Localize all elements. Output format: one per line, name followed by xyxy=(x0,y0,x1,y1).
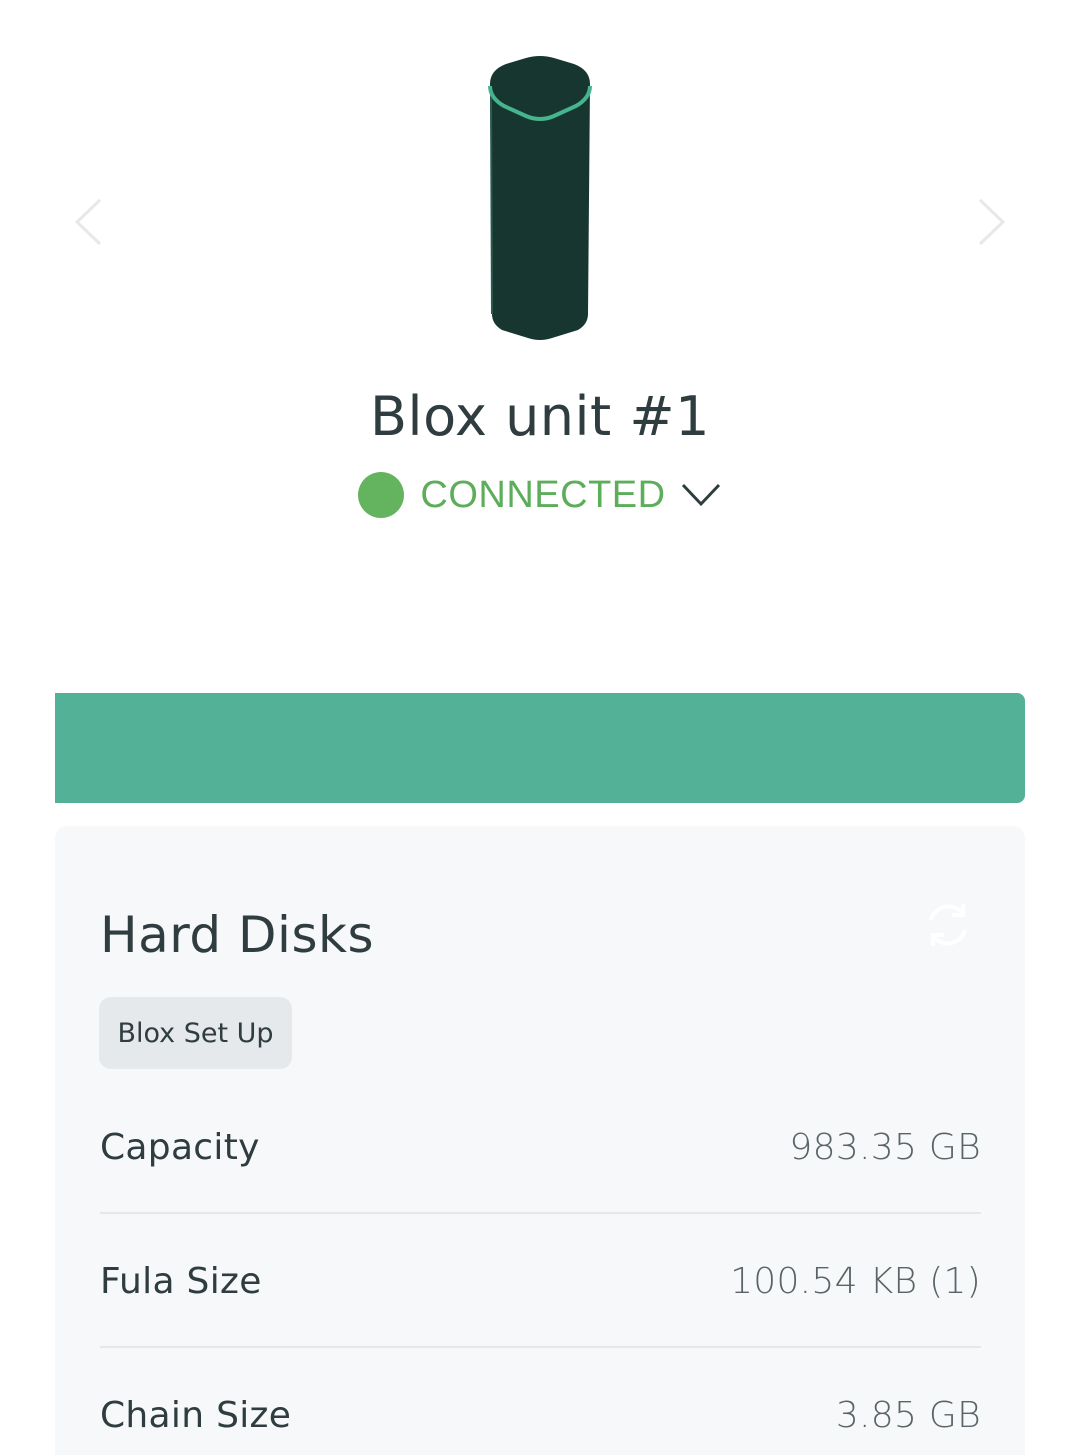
status-label: CONNECTED xyxy=(420,473,666,516)
info-row-chain-size: Chain Size 3.85 GB xyxy=(100,1348,981,1455)
hard-disks-card: Hard Disks Blox Set Up Capacity 983.35 G… xyxy=(55,826,1025,1455)
row-value: 100.54 KB (1) xyxy=(730,1260,981,1302)
next-device-button[interactable] xyxy=(972,190,1012,254)
row-value: 3.85 GB xyxy=(835,1394,981,1436)
chevron-down-icon xyxy=(681,483,720,507)
card-title: Hard Disks xyxy=(100,906,374,964)
blox-setup-button[interactable]: Blox Set Up xyxy=(99,997,292,1069)
refresh-icon[interactable] xyxy=(921,898,975,952)
status-banner xyxy=(55,693,1025,803)
previous-device-button[interactable] xyxy=(68,190,108,254)
info-row-fula-size: Fula Size 100.54 KB (1) xyxy=(100,1214,981,1348)
blox-device-icon xyxy=(488,56,592,340)
connection-status-dropdown[interactable]: CONNECTED xyxy=(0,472,1080,518)
row-label: Capacity xyxy=(100,1126,260,1168)
info-row-capacity: Capacity 983.35 GB xyxy=(100,1080,981,1214)
row-label: Fula Size xyxy=(100,1260,262,1302)
chevron-right-icon xyxy=(978,198,1006,246)
row-value: 983.35 GB xyxy=(789,1126,981,1168)
row-label: Chain Size xyxy=(100,1394,292,1436)
status-dot xyxy=(358,472,405,518)
blox-screen: Blox unit #1 CONNECTED Hard Disks Blox S… xyxy=(0,0,1080,1455)
device-name: Blox unit #1 xyxy=(370,385,710,448)
chevron-left-icon xyxy=(74,198,102,246)
